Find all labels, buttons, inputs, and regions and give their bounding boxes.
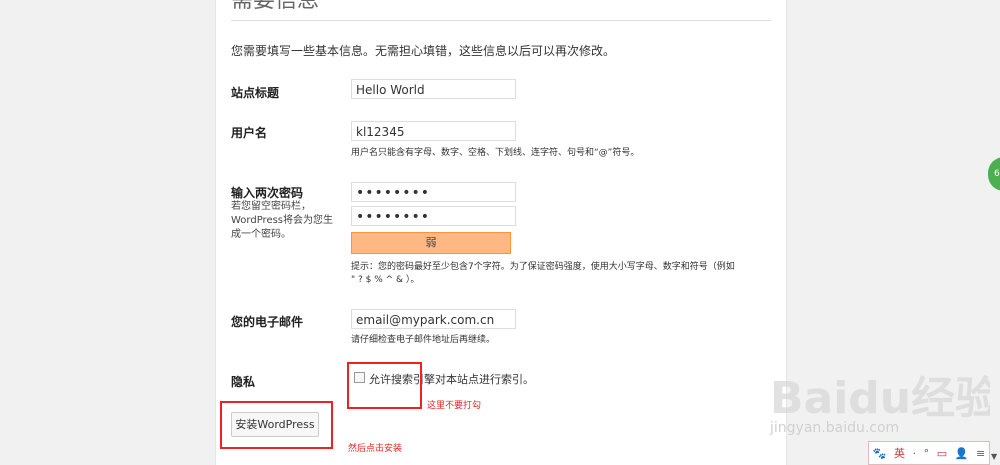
username-hint: 用户名只能含有字母、数字、空格、下划线、连字符、句号和“@”符号。 [351,148,640,158]
title-divider [231,20,771,21]
menu-icon[interactable]: ≡ [976,447,985,460]
keyboard-icon[interactable]: ▭ [937,447,947,460]
baidu-watermark-url: jingyan.baidu.com [770,420,900,436]
password-sublabel: 若您留空密码栏，WordPress将会为您生成一个密码。 [231,201,334,240]
email-input[interactable]: email@mypark.com.cn [351,309,516,329]
annotation-box-checkbox [347,362,422,409]
page-title: 需要信息 [231,0,320,13]
user-icon[interactable]: 👤 [955,447,969,460]
password-strength-indicator: 弱 [351,232,511,254]
paw-icon[interactable]: 🐾 [873,447,887,460]
width-toggle-icon[interactable]: ° [924,447,930,460]
password-input-2[interactable]: •••••••• [351,206,516,226]
baidu-watermark-logo: Baidu经验 [770,373,1000,424]
email-hint: 请仔细检查电子邮件地址后再继续。 [351,335,496,345]
install-wordpress-button[interactable]: 安装WordPress [231,412,319,437]
scroll-down-arrow-icon[interactable]: ▼ [991,452,997,461]
scrollbar[interactable] [990,0,1000,465]
ime-english-toggle[interactable]: 英 [894,445,905,461]
username-input[interactable]: kl12345 [351,121,516,141]
username-label: 用户名 [231,126,268,140]
password-hint-line-2: " ? $ % ^ & ）。 [351,275,420,285]
password-hint-line-1: 提示：您的密码最好至少包含7个字符。为了保证密码强度，使用大小写字母、数字和符号… [351,262,735,272]
ime-toolbar[interactable]: 🐾 英 · ° ▭ 👤 ≡ [868,441,990,465]
password-input-1[interactable]: •••••••• [351,182,516,202]
site-title-label: 站点标题 [231,86,280,100]
annotation-no-check: 这里不要打勾 [427,401,482,411]
punctuation-icon[interactable]: · [913,447,917,460]
privacy-label: 隐私 [231,375,256,389]
annotation-then-install: 然后点击安装 [348,444,403,454]
site-title-input[interactable]: Hello World [351,79,516,99]
intro-text: 您需要填写一些基本信息。无需担心填错，这些信息以后可以再次修改。 [231,44,616,58]
password-label: 输入两次密码 [231,186,304,200]
email-label: 您的电子邮件 [231,315,304,329]
